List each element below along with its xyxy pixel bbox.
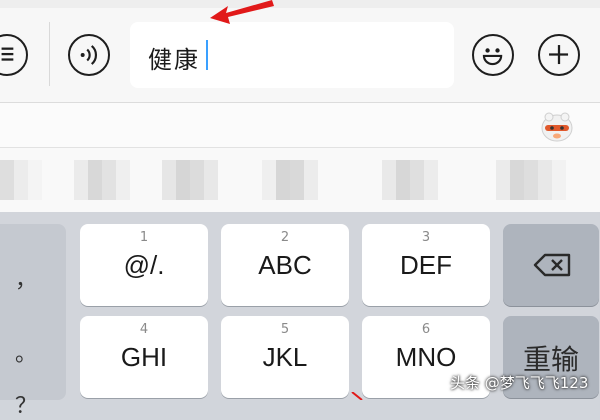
key-number: 2: [280, 230, 290, 245]
text-caret: [206, 40, 208, 70]
chat-input-bar: 健康: [0, 0, 600, 103]
period-key[interactable]: 。: [6, 336, 46, 368]
blurred-candidate: [74, 160, 130, 200]
key-label: ABC: [258, 250, 312, 280]
key-number: 5: [280, 322, 290, 337]
message-input-value: 健康: [148, 46, 200, 74]
top-edge: [0, 0, 600, 8]
voice-button[interactable]: [68, 34, 110, 76]
voice-icon: [80, 45, 98, 65]
annotation-mark: [351, 392, 363, 400]
key-2[interactable]: 2 ABC: [221, 224, 349, 306]
key-label: DEF: [400, 250, 452, 280]
key-5[interactable]: 5 JKL: [221, 316, 349, 398]
candidate-bar: [0, 103, 600, 148]
menu-icon: [1, 47, 14, 61]
key-1[interactable]: 1 @/.: [80, 224, 208, 306]
menu-button[interactable]: [0, 34, 28, 76]
blurred-candidate: [0, 160, 42, 200]
key-number: 1: [139, 230, 149, 245]
key-number: 6: [421, 322, 431, 337]
key-3[interactable]: 3 DEF: [362, 224, 490, 306]
key-label: @/.: [123, 250, 165, 280]
backspace-icon: [533, 253, 571, 277]
key-number: 4: [139, 322, 149, 337]
key-4[interactable]: 4 GHI: [80, 316, 208, 398]
backspace-key[interactable]: [503, 224, 599, 306]
annotation-arrow-icon: [210, 0, 274, 24]
watermark-text: 头条 @梦飞飞飞123: [450, 374, 589, 392]
emoji-button[interactable]: [472, 34, 514, 76]
blurred-candidate: [162, 160, 218, 200]
divider: [49, 22, 50, 86]
key-number: 3: [421, 230, 431, 245]
blurred-candidate: [496, 160, 566, 200]
comma-key[interactable]: ，: [6, 262, 46, 294]
key-label: GHI: [120, 342, 168, 372]
blurred-candidate: [262, 160, 318, 200]
key-label: MNO: [395, 342, 457, 372]
message-input[interactable]: 健康: [130, 22, 454, 88]
input-method-mascot-icon[interactable]: [540, 111, 574, 143]
blurred-suggestion-row: [0, 148, 600, 212]
plus-icon: [549, 45, 569, 65]
punctuation-column[interactable]: ， 。 ？: [0, 224, 66, 419]
blurred-candidate: [382, 160, 438, 200]
question-key[interactable]: ？: [6, 388, 46, 420]
plus-button[interactable]: [538, 34, 580, 76]
emoji-icon: [482, 48, 503, 66]
key-label: JKL: [262, 342, 308, 372]
